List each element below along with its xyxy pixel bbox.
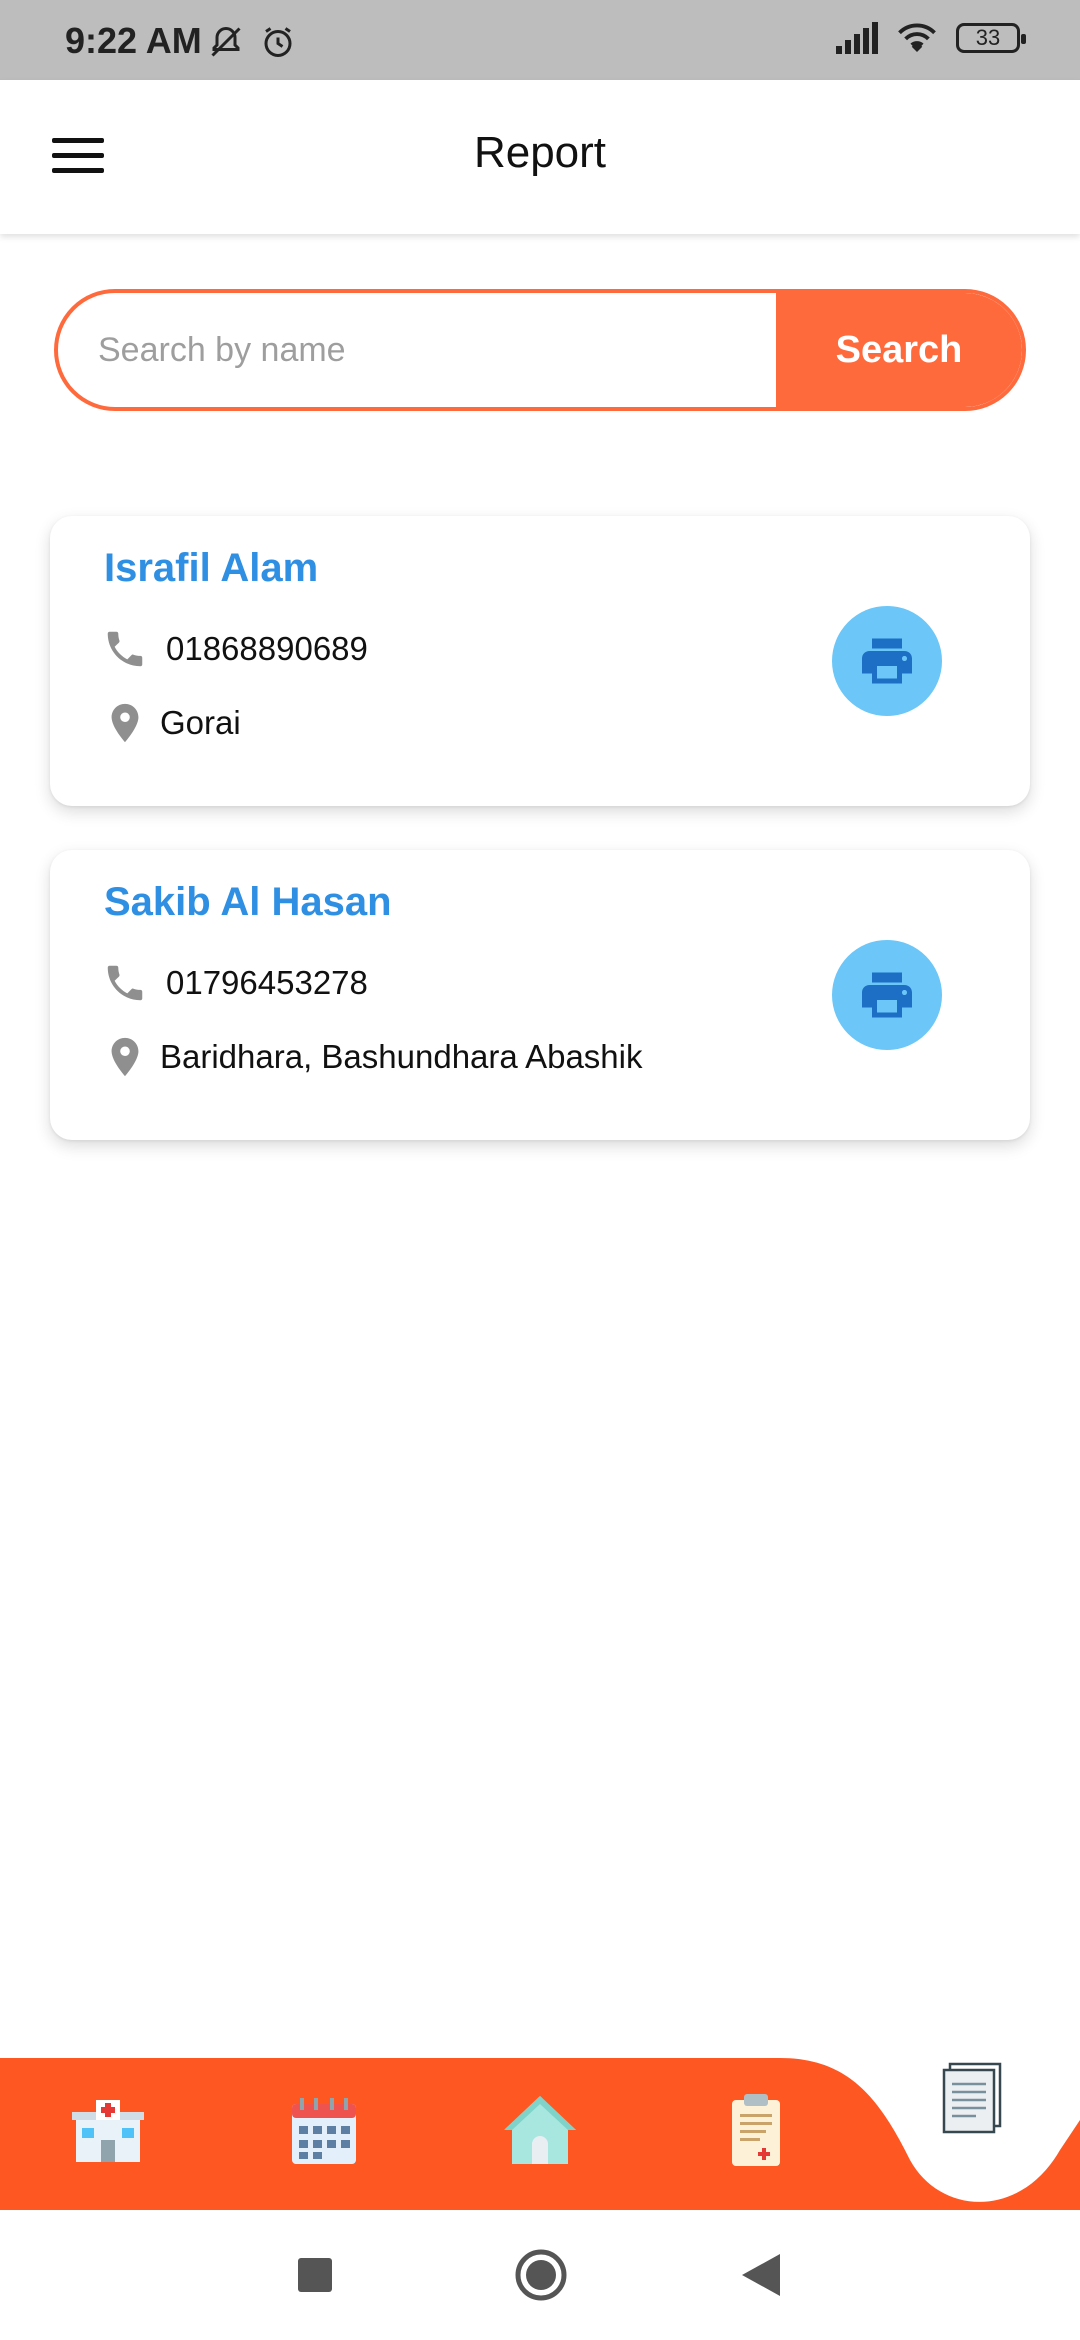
phone-row: 01868890689 xyxy=(102,626,368,672)
location-text: Baridhara, Bashundhara Abashik xyxy=(160,1038,643,1075)
status-system-icons: 33 xyxy=(836,22,1026,54)
status-bar: 9:22 AM 33 xyxy=(0,0,1080,80)
search-button[interactable]: Search xyxy=(776,293,1022,407)
nav-report[interactable] xyxy=(932,2058,1012,2138)
signal-icon xyxy=(836,22,878,54)
status-time: 9:22 AM xyxy=(65,20,202,61)
alarm-icon xyxy=(264,27,292,57)
app-bar: Report xyxy=(0,80,1080,234)
phone-number: 01868890689 xyxy=(166,630,368,667)
battery-indicator: 33 xyxy=(956,23,1026,53)
print-button[interactable] xyxy=(832,940,942,1050)
back-triangle-icon xyxy=(742,2254,780,2296)
home-system-button[interactable] xyxy=(514,2248,568,2307)
mute-icon xyxy=(211,26,241,57)
location-row: Baridhara, Bashundhara Abashik xyxy=(102,1034,643,1080)
location-text: Gorai xyxy=(160,704,241,741)
patient-name: Sakib Al Hasan xyxy=(104,880,392,924)
nav-appointments[interactable] xyxy=(284,2090,364,2170)
search-bar: Search xyxy=(54,289,1026,411)
nav-home[interactable] xyxy=(500,2090,580,2170)
phone-icon xyxy=(107,965,143,1001)
system-navigation-bar xyxy=(0,2210,1080,2340)
nav-hospital[interactable] xyxy=(68,2090,148,2170)
phone-number: 01796453278 xyxy=(166,964,368,1001)
calendar-icon xyxy=(292,2098,356,2164)
page-title: Report xyxy=(473,128,607,177)
patient-card[interactable]: Sakib Al Hasan 01796453278 Baridhara, Ba… xyxy=(50,850,1030,1140)
document-icon xyxy=(942,2062,1002,2134)
patient-name: Israfil Alam xyxy=(104,546,319,590)
patient-card[interactable]: Israfil Alam 01868890689 Gorai xyxy=(50,516,1030,806)
nav-prescription[interactable] xyxy=(716,2090,796,2170)
wifi-icon xyxy=(898,23,936,52)
hospital-icon xyxy=(72,2100,144,2162)
phone-row: 01796453278 xyxy=(102,960,368,1006)
back-button[interactable] xyxy=(742,2254,780,2301)
bottom-navigation xyxy=(0,2040,1080,2210)
location-pin-icon xyxy=(111,1037,139,1077)
search-input[interactable] xyxy=(58,293,778,407)
clipboard-icon xyxy=(732,2094,780,2166)
location-row: Gorai xyxy=(102,700,241,746)
square-icon xyxy=(298,2258,332,2292)
recent-apps-button[interactable] xyxy=(298,2258,332,2297)
print-button[interactable] xyxy=(832,606,942,716)
phone-icon xyxy=(107,631,143,667)
printer-icon xyxy=(862,638,912,684)
printer-icon xyxy=(862,972,912,1018)
status-notification-icons xyxy=(208,24,296,60)
circle-icon xyxy=(515,2249,567,2301)
home-icon xyxy=(504,2096,576,2164)
location-pin-icon xyxy=(111,703,139,743)
